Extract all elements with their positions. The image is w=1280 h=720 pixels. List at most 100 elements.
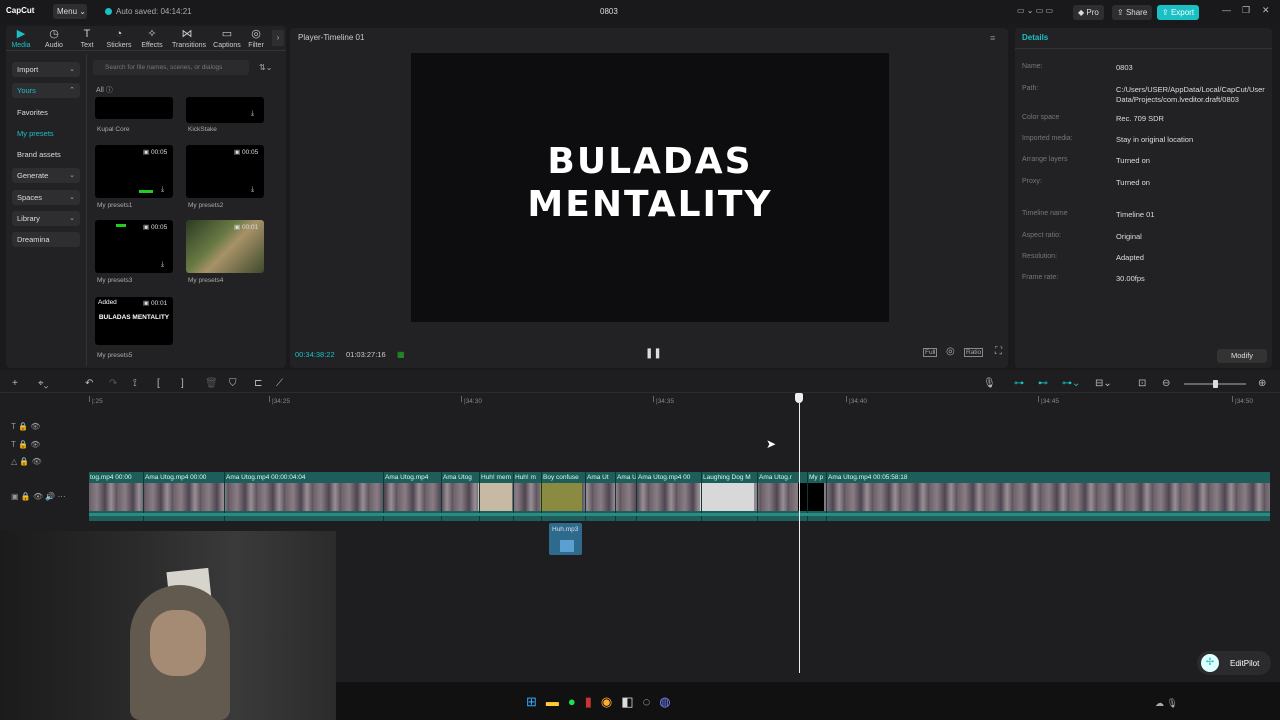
caption-icon[interactable]: ⊡: [1138, 378, 1146, 389]
tab-captions[interactable]: ▭ Captions: [212, 28, 242, 49]
add-track-icon[interactable]: +: [12, 378, 18, 389]
media-thumb[interactable]: [95, 97, 173, 119]
select-tool-icon[interactable]: ⌖⌄: [38, 378, 48, 389]
minimize-icon[interactable]: —: [1222, 5, 1231, 15]
clip-label[interactable]: Ama Utog.mp4 00:05:58:18: [828, 474, 908, 481]
redo-icon[interactable]: ↷: [109, 378, 117, 389]
clip-label[interactable]: My p: [809, 474, 823, 481]
tab-media[interactable]: ▶ Media: [6, 28, 36, 49]
github-icon[interactable]: ◌: [643, 694, 660, 709]
screenshot-icon[interactable]: ◎: [946, 346, 955, 357]
restore-icon[interactable]: ❐: [1242, 5, 1250, 16]
clip-label[interactable]: Ama Utog.r: [759, 474, 792, 481]
download-icon[interactable]: ⤓: [251, 110, 254, 118]
clip-label[interactable]: Laughing Dog M: [703, 474, 751, 481]
undo-icon[interactable]: ↶: [85, 378, 93, 389]
filter-all[interactable]: All ⓘ: [96, 85, 113, 95]
clip-label[interactable]: Boy confuse: [543, 474, 579, 481]
tab-text[interactable]: T Text: [72, 28, 102, 49]
magic-icon[interactable]: ⟋: [276, 378, 283, 389]
fullscreen-icon[interactable]: ⛶: [995, 346, 1002, 357]
yours-button[interactable]: Yours ⌃: [12, 83, 80, 98]
spotify-icon[interactable]: ●: [568, 694, 585, 709]
tab-stickers[interactable]: ◔ Stickers: [104, 28, 134, 49]
clip-label[interactable]: Ama Utog.mp4 00: [638, 474, 690, 481]
share-button[interactable]: ⇪ Share: [1112, 5, 1153, 20]
spaces-button[interactable]: Spaces ⌄: [12, 190, 80, 205]
folder-icon[interactable]: ▬: [546, 694, 568, 709]
zoom-out-icon[interactable]: ⊖: [1162, 378, 1170, 389]
toolbar-scroll-right-icon[interactable]: ›: [272, 30, 284, 46]
clip-label[interactable]: Ama Utog.mp4: [385, 474, 428, 481]
close-icon[interactable]: ✕: [1262, 5, 1270, 16]
pro-button[interactable]: ◆ Pro: [1073, 5, 1104, 20]
capcut-icon[interactable]: ◧: [621, 694, 642, 709]
discord-icon[interactable]: ◍: [659, 694, 679, 709]
clip-label[interactable]: Huh! m: [515, 474, 536, 481]
modify-button[interactable]: Modify: [1217, 349, 1267, 363]
clip-label[interactable]: Ama U: [617, 474, 637, 481]
full-button[interactable]: Full: [923, 348, 938, 357]
pause-icon[interactable]: ❚❚: [645, 348, 662, 359]
zoom-in-icon[interactable]: ⊕: [1258, 378, 1266, 389]
clip-label[interactable]: Ama Utog.mp4 00:00: [145, 474, 206, 481]
download-icon[interactable]: ⤓: [161, 261, 164, 269]
clip-label[interactable]: Ama Utog.mp4 00:00:04:04: [226, 474, 306, 481]
eye-icon[interactable]: 👁: [33, 492, 43, 501]
zoom-slider-handle[interactable]: [1213, 380, 1218, 388]
brand-assets-item[interactable]: Brand assets: [12, 147, 80, 162]
split-icon[interactable]: ⟟: [133, 378, 137, 389]
windows-icon[interactable]: ⊞: [526, 694, 546, 709]
library-button[interactable]: Library ⌄: [12, 211, 80, 226]
lock-icon[interactable]: 🔒: [18, 422, 28, 431]
playhead-line[interactable]: [799, 403, 800, 673]
playhead-handle[interactable]: [795, 393, 803, 403]
clip-label[interactable]: Huh! mem: [481, 474, 511, 481]
lock-icon[interactable]: 🔒: [18, 440, 28, 449]
tray-icons[interactable]: ☁ 🎙: [1155, 698, 1178, 709]
hamburger-icon[interactable]: ≡: [990, 33, 995, 43]
more-icon[interactable]: ⋯: [58, 492, 66, 501]
my-presets-item[interactable]: My presets: [12, 126, 80, 141]
delete-icon[interactable]: 🗑: [205, 378, 218, 389]
audio-icon[interactable]: 🔊: [45, 492, 55, 501]
tab-effects[interactable]: ✧ Effects: [137, 28, 167, 49]
magnet-icon[interactable]: ⊷: [1038, 378, 1048, 389]
microphone-icon[interactable]: 🎙: [983, 378, 996, 389]
dreamina-button[interactable]: Dreamina: [12, 232, 80, 247]
tab-filter[interactable]: ◎ Filter: [245, 28, 267, 49]
crop-icon[interactable]: ⊏: [254, 378, 262, 389]
media-search-input[interactable]: Search for file names, scenes, or dialog…: [93, 60, 249, 75]
generate-button[interactable]: Generate ⌄: [12, 168, 80, 183]
clip-label[interactable]: tog.mp4 00:00: [90, 474, 132, 481]
export-button[interactable]: ⇪ Export: [1157, 5, 1200, 20]
sort-icon[interactable]: ⇅⌄: [259, 63, 272, 72]
clip-label[interactable]: Ama Utog: [443, 474, 472, 481]
clip-label[interactable]: Ama Ut: [587, 474, 609, 481]
grid-icon[interactable]: ▦: [397, 350, 405, 359]
app-icon[interactable]: ▮: [585, 694, 601, 709]
chrome-icon[interactable]: ◉: [601, 694, 621, 709]
eye-icon[interactable]: 👁: [30, 440, 40, 449]
tab-transitions[interactable]: ⋈ Transitions: [172, 28, 206, 49]
download-icon[interactable]: ⤓: [251, 186, 254, 194]
editpilot-icon[interactable]: ✢: [1201, 654, 1219, 672]
tab-audio[interactable]: ◷ Audio: [39, 28, 69, 49]
lock-icon[interactable]: 🔒: [21, 492, 31, 501]
download-icon[interactable]: ⤓: [161, 186, 164, 194]
snap-icon[interactable]: ⊶⌄: [1062, 378, 1080, 389]
marker-icon[interactable]: ⛉: [229, 378, 237, 389]
video-preview[interactable]: BULADAS MENTALITY: [411, 53, 889, 322]
split-left-icon[interactable]: [: [157, 378, 160, 389]
lock-icon[interactable]: 🔒: [19, 457, 29, 466]
preview-axis-icon[interactable]: ⊟⌄: [1095, 378, 1112, 389]
layout-icon[interactable]: ▭ ⌄ ▭ ▭: [1017, 6, 1053, 15]
import-button[interactable]: Import ⌄: [12, 62, 80, 77]
split-right-icon[interactable]: ]: [181, 378, 184, 389]
menu-button[interactable]: Menu ⌄: [53, 4, 87, 19]
link-icon[interactable]: ⊶: [1014, 378, 1024, 389]
eye-icon[interactable]: 👁: [32, 457, 42, 466]
ratio-button[interactable]: Ratio: [964, 348, 984, 357]
eye-icon[interactable]: 👁: [30, 422, 40, 431]
favorites-item[interactable]: Favorites: [12, 105, 80, 120]
